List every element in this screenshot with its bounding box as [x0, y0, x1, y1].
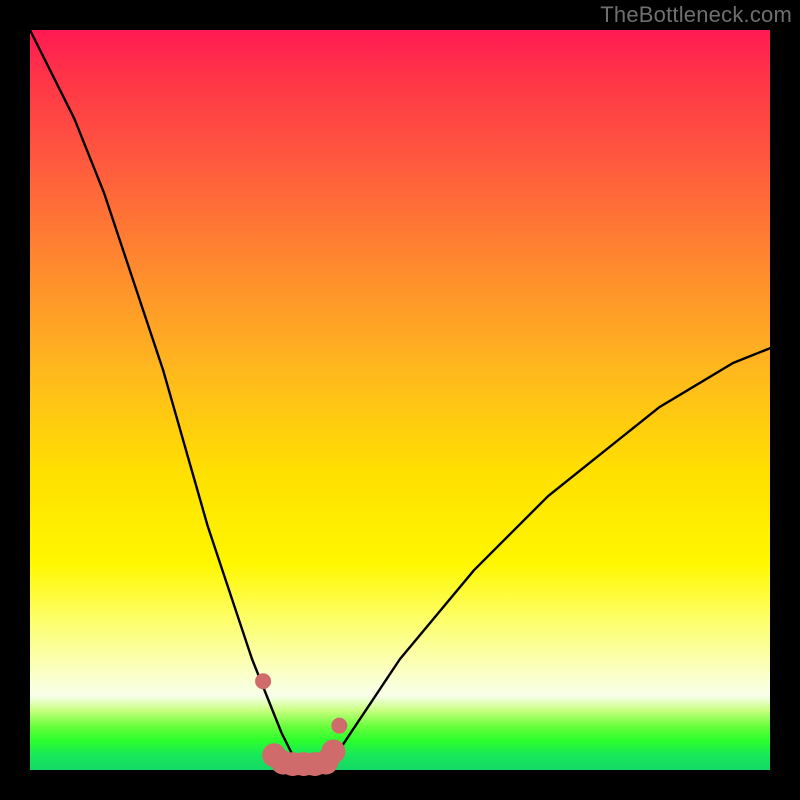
optimal-marker-dot — [255, 673, 271, 689]
bottleneck-curve-path — [30, 30, 770, 766]
optimal-marker-dot — [331, 718, 347, 734]
watermark-text: TheBottleneck.com — [600, 2, 792, 28]
optimal-marker-dot — [321, 740, 345, 764]
optimal-range-markers — [255, 673, 347, 776]
plot-area — [30, 30, 770, 770]
bottleneck-curve-svg — [30, 30, 770, 770]
chart-frame: TheBottleneck.com — [0, 0, 800, 800]
